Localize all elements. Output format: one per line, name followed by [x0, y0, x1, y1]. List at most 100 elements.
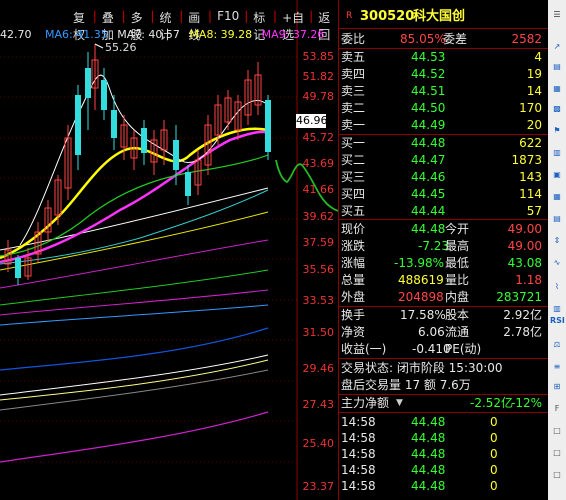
stock-header: R 300520 科大国创 — [338, 8, 548, 25]
buy-volume: 1873 — [511, 153, 542, 167]
buy-row[interactable]: 买一 44.48 622 — [338, 135, 548, 152]
price-value: 44.48 — [411, 222, 446, 236]
right-toolbar: ☰ ↗ ▤ ▦ ▩ ⚑ ▥ ▣ ▦ ▤ ⇕ ∿ ⌇ ▥ RSI ⚖ ≡ ⊞ F … — [548, 0, 566, 500]
tick-row: 14:58 44.48 0 — [338, 430, 548, 447]
buy-price: 44.44 — [411, 204, 446, 218]
expand-icon[interactable]: ⊞ — [550, 380, 564, 394]
sell-row[interactable]: 卖三 44.51 14 — [338, 83, 548, 100]
ma8-label: MA8: 39.28 — [189, 28, 253, 41]
main-flow-row[interactable]: 主力净额 ▼ -2.52亿 -12% — [338, 395, 548, 412]
inner-label: 内盘 — [445, 290, 470, 304]
outer-value: 204898 — [398, 290, 444, 304]
sell-row[interactable]: 卖一 44.49 20 — [338, 117, 548, 134]
low-label: 最低 — [445, 256, 470, 270]
ma7-label: MA7: 40.57 — [117, 28, 180, 41]
low-value: 43.08 — [507, 256, 542, 270]
icon-square[interactable]: □ — [550, 424, 564, 438]
table-icon[interactable]: ▤ — [550, 212, 564, 226]
net-assets-value: 6.06 — [418, 325, 445, 339]
kline-chart[interactable]: 复权 | 叠加 | 多股 | 统计 | 画线 | F10 | 标记 | +自选 | 返回 42.… — [0, 0, 338, 500]
main-flow-label: 主力净额 — [341, 396, 390, 410]
y-tick: 35.56 — [302, 263, 335, 276]
fund-row: 收益(一) -0.410 PE(动) — [338, 341, 548, 358]
y-tick: 33.53 — [302, 294, 335, 307]
change-pct-label: 涨幅 — [341, 256, 366, 270]
tick-row: 14:58 44.48 0 — [338, 446, 548, 463]
sell-volume: 170 — [519, 101, 542, 115]
quote-row: 涨幅 -13.98% 最低 43.08 — [338, 255, 548, 272]
icon-square[interactable]: □ — [550, 446, 564, 460]
eps-label: 收益(一) — [341, 342, 387, 356]
turnover-value: 17.58% — [400, 308, 446, 322]
buy-row[interactable]: 买五 44.44 57 — [338, 203, 548, 220]
rsi-button[interactable]: RSI — [550, 314, 565, 328]
shares-label: 股本 — [445, 308, 470, 322]
tick-time: 14:58 — [341, 431, 376, 445]
y-tick: 51.82 — [302, 70, 335, 83]
buy-row[interactable]: 买四 44.45 114 — [338, 186, 548, 203]
icon-square[interactable]: □ — [550, 468, 564, 482]
y-tick: 39.62 — [302, 210, 335, 223]
bars-icon[interactable]: ▥ — [550, 146, 564, 160]
divider — [338, 28, 548, 29]
sell-label: 卖一 — [341, 118, 366, 132]
buy-price: 44.46 — [411, 170, 446, 184]
change-label: 涨跌 — [341, 239, 366, 253]
sell-volume: 4 — [534, 50, 542, 64]
quote-panel: R 300520 科大国创 委比 85.05% 委差 2582 卖五 44.53… — [338, 0, 548, 500]
sell-row[interactable]: 卖五 44.53 4 — [338, 49, 548, 66]
tick-time: 14:58 — [341, 447, 376, 461]
y-tick: 43.69 — [302, 157, 335, 170]
stack-icon[interactable]: ≡ — [550, 360, 564, 374]
tick-row: 14:58 44.48 0 — [338, 462, 548, 479]
divider — [338, 358, 548, 359]
flag-icon[interactable]: ⚑ — [550, 124, 564, 138]
y-tick: 23.37 — [302, 480, 335, 493]
y-tick: 53.85 — [302, 50, 335, 63]
y-tick: 49.78 — [302, 90, 335, 103]
tick-time: 14:58 — [341, 463, 376, 477]
sell-row[interactable]: 卖四 44.52 19 — [338, 66, 548, 83]
list-icon[interactable]: ▦ — [550, 190, 564, 204]
buy-price: 44.48 — [411, 136, 446, 150]
line-icon[interactable]: ⌇ — [550, 280, 564, 294]
chart-icon[interactable]: ▦ — [550, 82, 564, 96]
sell-label: 卖三 — [341, 84, 366, 98]
y-tick: 27.43 — [302, 398, 335, 411]
tick-time: 14:58 — [341, 479, 376, 493]
up-down-icon[interactable]: ⇕ — [550, 234, 564, 248]
dropdown-icon[interactable]: ▼ — [396, 395, 403, 412]
high-value: 49.00 — [507, 239, 542, 253]
panel-border — [338, 0, 339, 500]
tick-row: 14:58 44.48 0 — [338, 478, 548, 495]
y-tick: 29.46 — [302, 362, 335, 375]
sell-price: 44.51 — [411, 84, 446, 98]
sell-row[interactable]: 卖二 44.50 170 — [338, 100, 548, 117]
sell-price: 44.53 — [411, 50, 446, 64]
tick-price: 44.48 — [411, 431, 446, 445]
buy-price: 44.47 — [411, 153, 446, 167]
menu-icon[interactable]: ☰ — [550, 8, 564, 22]
quote-row: 外盘 204898 内盘 283721 — [338, 289, 548, 306]
turnover-label: 换手 — [341, 308, 366, 322]
icon-f[interactable]: F — [550, 402, 564, 416]
box-icon[interactable]: ▤ — [550, 60, 564, 74]
buy-row[interactable]: 买二 44.47 1873 — [338, 152, 548, 169]
sell-label: 卖五 — [341, 50, 366, 64]
fund-row: 净资 6.06 流通 2.78亿 — [338, 324, 548, 341]
buy-price: 44.45 — [411, 187, 446, 201]
ma-legend: 42.70 MA6: 41.35 MA7: 40.57 MA8: 39.28 M… — [0, 28, 324, 41]
window-icon[interactable]: ▣ — [550, 168, 564, 182]
price-axis: 53.85 51.82 49.78 45.72 43.69 41.66 39.6… — [300, 0, 338, 500]
wave-icon[interactable]: ∿ — [550, 256, 564, 270]
divider — [338, 134, 548, 135]
grid-icon[interactable]: ▩ — [550, 102, 564, 116]
scale-icon[interactable]: ⚖ — [550, 338, 564, 352]
buy-row[interactable]: 买三 44.46 143 — [338, 169, 548, 186]
shares-value: 2.92亿 — [503, 308, 542, 322]
weicha-label: 委差 — [443, 32, 468, 46]
sell-volume: 20 — [526, 118, 542, 132]
divider — [338, 48, 548, 49]
arrow-icon[interactable]: ↗ — [550, 40, 564, 54]
trade-status: 交易状态: 闭市阶段 15:30:00 — [341, 361, 503, 375]
